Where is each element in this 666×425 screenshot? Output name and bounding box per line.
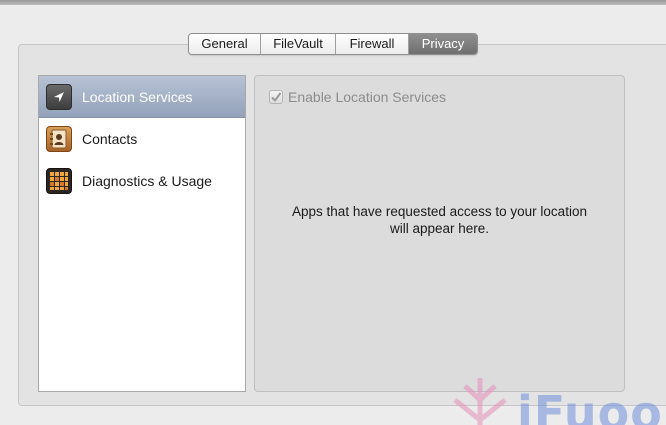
privacy-sidebar-list: Location Services Contacts Diagnostics &… xyxy=(38,75,246,392)
tab-bar: General FileVault Firewall Privacy xyxy=(188,33,478,55)
tab-general[interactable]: General xyxy=(189,34,261,54)
checkbox-box[interactable] xyxy=(269,90,283,104)
checkmark-icon xyxy=(271,92,282,103)
address-book-icon xyxy=(46,126,72,152)
tab-privacy[interactable]: Privacy xyxy=(409,34,477,54)
enable-location-services-checkbox[interactable]: Enable Location Services xyxy=(269,89,446,105)
diagnostics-grid-icon xyxy=(46,168,72,194)
window-top-border xyxy=(0,0,666,5)
sidebar-item-label: Diagnostics & Usage xyxy=(82,173,212,189)
location-services-detail-panel: Enable Location Services Apps that have … xyxy=(254,75,625,392)
sidebar-item-location-services[interactable]: Location Services xyxy=(39,76,245,118)
tab-filevault[interactable]: FileVault xyxy=(261,34,336,54)
empty-apps-message: Apps that have requested access to your … xyxy=(292,204,587,236)
sidebar-item-diagnostics-usage[interactable]: Diagnostics & Usage xyxy=(39,160,245,202)
sidebar-item-label: Location Services xyxy=(82,88,193,105)
sidebar-item-contacts[interactable]: Contacts xyxy=(39,118,245,160)
tab-firewall[interactable]: Firewall xyxy=(336,34,409,54)
sidebar-item-label: Contacts xyxy=(82,131,138,147)
location-arrow-icon xyxy=(46,83,72,110)
enable-location-services-label: Enable Location Services xyxy=(288,89,446,105)
